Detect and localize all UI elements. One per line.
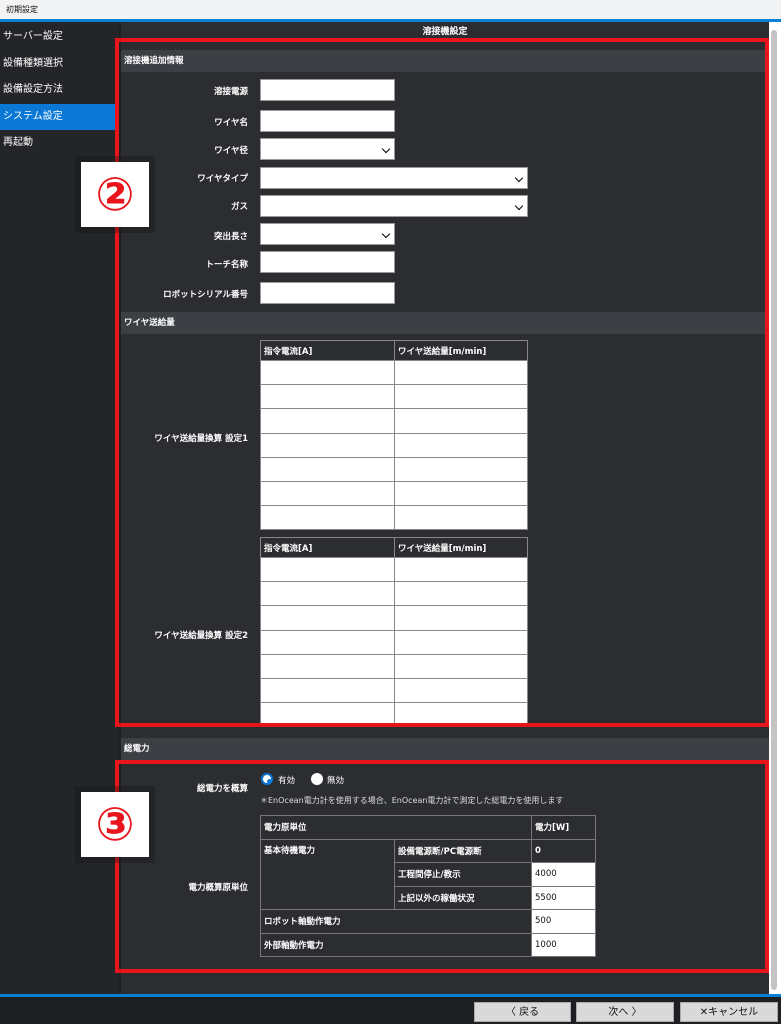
footer-accent-line [0, 994, 781, 997]
back-button[interactable]: 〈 戻る [474, 1002, 571, 1022]
section-header-power: 総電力 [121, 738, 769, 760]
cancel-button[interactable]: ✕キャンセル [680, 1002, 778, 1022]
scrollbar-thumb[interactable] [771, 30, 777, 990]
sidebar-item-equipment-type[interactable]: 設備種類選択 [0, 51, 119, 78]
badge-3: ③ [81, 792, 149, 857]
sidebar-item-system[interactable]: システム設定 [0, 103, 119, 130]
badge-2: ② [81, 162, 149, 227]
sidebar-item-server[interactable]: サーバー設定 [0, 24, 119, 51]
sidebar-item-restart[interactable]: 再起動 [0, 130, 119, 157]
window-title: 初期設定 [0, 0, 781, 19]
sidebar-item-equipment-method[interactable]: 設備設定方法 [0, 77, 119, 104]
next-button[interactable]: 次へ 〉 [576, 1002, 674, 1022]
highlight-box-2 [115, 38, 769, 727]
highlight-box-3 [115, 760, 769, 973]
